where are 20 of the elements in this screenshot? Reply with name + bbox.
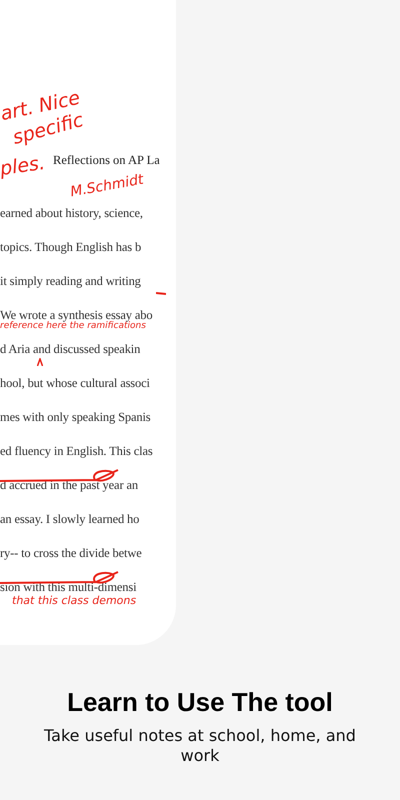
handwritten-note: reference here the ramifications: [0, 321, 146, 331]
document-line: topics. Though English has b: [0, 239, 142, 255]
document-line: earned about history, science,: [0, 205, 143, 221]
subtitle: Take useful notes at school, home, and work: [43, 726, 357, 766]
document-line: d Aria and discussed speakin: [0, 341, 140, 357]
caret-mark: [37, 358, 43, 366]
heading: Learn to Use The tool: [67, 687, 333, 718]
document-line: hool, but whose cultural associ: [0, 375, 150, 391]
handwritten-note: that this class demons: [12, 594, 136, 607]
document-line: ry-- to cross the divide betwe: [0, 545, 142, 561]
document-line: mes with only speaking Spanis: [0, 409, 151, 425]
handwritten-note: M.Schmidt: [69, 172, 145, 200]
document-line: it simply reading and writing: [0, 273, 141, 289]
document-line: an essay. I slowly learned ho: [0, 511, 140, 527]
document-line: sion with this multi-dimensi: [0, 579, 136, 595]
document-title: Reflections on AP La: [53, 153, 160, 168]
document-line: ed fluency in English. This clas: [0, 443, 153, 459]
underline-mark: [156, 292, 166, 295]
document-line: We wrote a synthesis essay abo: [0, 307, 152, 322]
handwritten-note: ples.: [0, 152, 46, 180]
